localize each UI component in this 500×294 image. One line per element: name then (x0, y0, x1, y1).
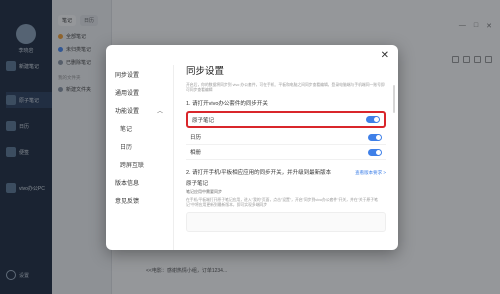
toggle-label: 原子笔记 (192, 117, 215, 124)
sync-settings-panel: 同步设置 开启后，你的数据将同步到 vivo 办公套件，可在手机、平板和电脑之间… (186, 63, 386, 250)
atom-notes-sync-toggle[interactable] (366, 116, 380, 123)
toggle-row-calendar: 日历 (186, 130, 386, 145)
step-2: 2. 请打开手机/平板相应应用的同步开关，并升级到最新版本 查看版本要求 > (186, 168, 386, 176)
toggle-label: 相册 (190, 150, 202, 156)
nav-calendar[interactable]: 日历 (106, 137, 173, 155)
nav-cross-screen[interactable]: 跨屏互联 (106, 155, 173, 173)
nav-notes[interactable]: 笔记 (106, 119, 173, 137)
step-1-label: 1. 请打开vivo办公套件的同步开关 (186, 101, 268, 107)
toggle-row-atom-notes: 原子笔记 (186, 111, 386, 128)
nav-feature-settings[interactable]: 功能设置 ︿ (106, 101, 173, 119)
scrollbar[interactable] (393, 85, 395, 113)
phone-screenshot-image (186, 212, 386, 232)
chevron-up-icon: ︿ (156, 108, 163, 115)
atom-notes-section-subtitle: 笔记应用中需要同步 (186, 189, 222, 194)
nav-version-info[interactable]: 版本信息 (106, 173, 173, 191)
nav-feedback[interactable]: 意见反馈 (106, 191, 173, 209)
step-2-label: 2. 请打开手机/平板相应应用的同步开关，并升级到最新版本 (186, 170, 332, 176)
version-requirements-link[interactable]: 查看版本要求 > (355, 170, 386, 176)
album-sync-toggle[interactable] (368, 148, 382, 156)
settings-nav: 同步设置 通用设置 功能设置 ︿ 笔记 日历 跨屏互联 版本信息 意见反馈 (106, 65, 174, 250)
atom-notes-section-title: 原子笔记 (186, 181, 209, 187)
close-icon[interactable]: ✕ (381, 50, 389, 61)
toggle-row-album: 相册 (186, 145, 386, 160)
nav-label: 功能设置 (115, 108, 140, 115)
toggle-label: 日历 (190, 135, 202, 141)
atom-notes-instructions: 在手机/平板端打开原子笔记应用，进入"我的"页面，点击"设置"，开启"同步到vi… (186, 198, 378, 207)
calendar-sync-toggle[interactable] (368, 133, 382, 141)
panel-description: 开启后，你的数据将同步到 vivo 办公套件，可在手机、平板和电脑之间同步查看编… (186, 83, 385, 92)
nav-sync-settings[interactable]: 同步设置 (106, 65, 173, 83)
settings-dialog: ✕ 同步设置 通用设置 功能设置 ︿ 笔记 日历 跨屏互联 版本信息 意见反馈 … (106, 45, 398, 250)
nav-general-settings[interactable]: 通用设置 (106, 83, 173, 101)
panel-title: 同步设置 (186, 66, 225, 77)
